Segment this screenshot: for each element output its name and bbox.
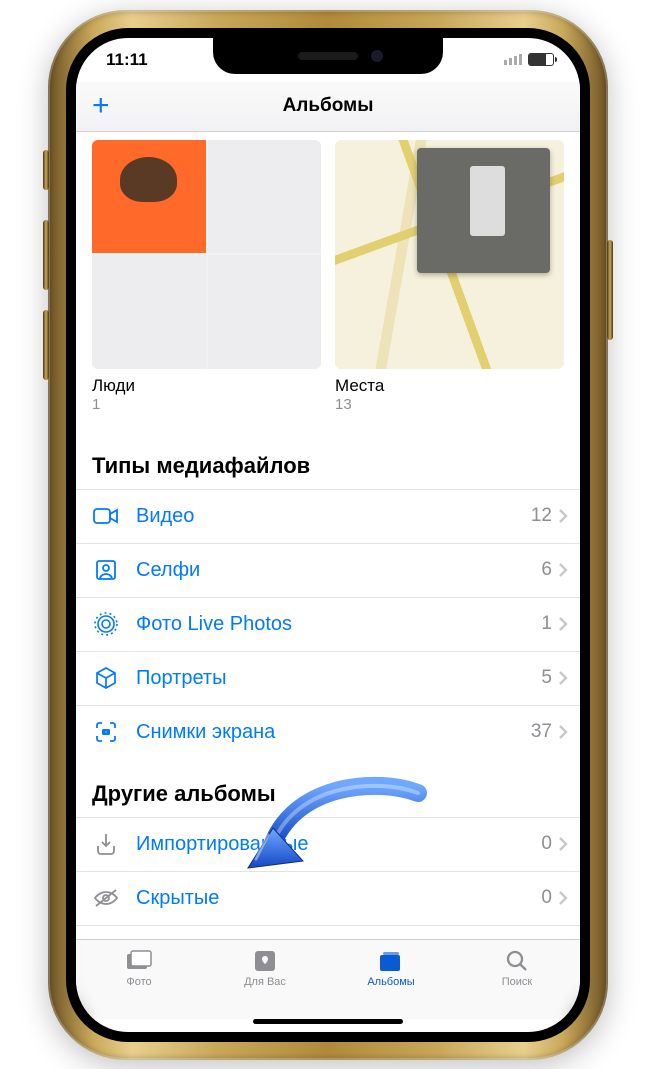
tab-search[interactable]: Поиск	[454, 940, 580, 1019]
chevron-right-icon	[558, 616, 568, 632]
face-avatar	[92, 140, 206, 254]
row-selfie[interactable]: Селфи 6	[76, 543, 580, 597]
tab-foryou[interactable]: Для Вас	[202, 940, 328, 1019]
chevron-right-icon	[558, 508, 568, 524]
row-hidden[interactable]: Скрытые 0	[76, 871, 580, 925]
row-label: Импортированные	[136, 833, 541, 856]
photos-tab-icon	[124, 948, 154, 974]
chevron-right-icon	[558, 670, 568, 686]
tab-photos[interactable]: Фото	[76, 940, 202, 1019]
chevron-right-icon	[558, 836, 568, 852]
content-scroll[interactable]: Люди 1 Места 13 Типы медиафайлов	[76, 132, 580, 939]
row-video[interactable]: Видео 12	[76, 489, 580, 543]
album-label: Места	[335, 376, 564, 396]
row-count: 0	[541, 833, 552, 855]
mute-switch	[43, 150, 49, 190]
nav-header: + Альбомы	[76, 82, 580, 132]
row-label: Фото Live Photos	[136, 613, 541, 636]
album-places[interactable]: Места 13	[335, 140, 564, 413]
row-count: 12	[531, 505, 552, 527]
row-count: 37	[531, 721, 552, 743]
hidden-icon	[92, 884, 120, 912]
add-button[interactable]: +	[92, 91, 110, 121]
row-count: 5	[541, 667, 552, 689]
video-icon	[92, 502, 120, 530]
chevron-right-icon	[558, 724, 568, 740]
tab-albums[interactable]: Альбомы	[328, 940, 454, 1019]
cellular-icon	[504, 54, 522, 65]
phone-frame: 11:11 + Альбомы	[48, 10, 608, 1060]
row-recently-deleted[interactable]: Недавно удаленные 242	[76, 925, 580, 939]
notch	[213, 38, 443, 74]
section-title-other: Другие альбомы	[76, 759, 580, 817]
album-count: 1	[92, 396, 321, 413]
chevron-right-icon	[558, 890, 568, 906]
screenshot-icon	[92, 718, 120, 746]
page-title: Альбомы	[76, 95, 580, 117]
map-photo-pin	[417, 148, 550, 274]
row-label: Селфи	[136, 559, 541, 582]
row-label: Видео	[136, 505, 531, 528]
row-portraits[interactable]: Портреты 5	[76, 651, 580, 705]
album-label: Люди	[92, 376, 321, 396]
row-count: 0	[541, 887, 552, 909]
tab-bar: Фото Для Вас Альбомы	[76, 939, 580, 1019]
screen: 11:11 + Альбомы	[66, 28, 590, 1042]
status-time: 11:11	[106, 50, 148, 70]
chevron-right-icon	[558, 562, 568, 578]
row-imported[interactable]: Импортированные 0	[76, 817, 580, 871]
row-label: Портреты	[136, 667, 541, 690]
smart-albums-row: Люди 1 Места 13	[76, 132, 580, 431]
album-people[interactable]: Люди 1	[92, 140, 321, 413]
cube-icon	[92, 664, 120, 692]
people-thumbnail-grid	[92, 140, 321, 369]
row-count: 6	[541, 559, 552, 581]
row-label: Скрытые	[136, 887, 541, 910]
power-button	[607, 240, 613, 340]
tab-label: Для Вас	[244, 976, 286, 988]
albums-tab-icon	[376, 948, 406, 974]
livephoto-icon	[92, 610, 120, 638]
volume-up	[43, 220, 49, 290]
row-livephotos[interactable]: Фото Live Photos 1	[76, 597, 580, 651]
tab-label: Альбомы	[367, 976, 414, 988]
home-indicator[interactable]	[253, 1019, 403, 1024]
volume-down	[43, 310, 49, 380]
album-count: 13	[335, 396, 564, 413]
battery-icon	[528, 53, 554, 66]
section-title-media: Типы медиафайлов	[76, 431, 580, 489]
tab-label: Поиск	[502, 976, 532, 988]
row-screenshots[interactable]: Снимки экрана 37	[76, 705, 580, 759]
row-label: Снимки экрана	[136, 721, 531, 744]
places-map-thumbnail	[335, 140, 564, 369]
foryou-tab-icon	[250, 948, 280, 974]
selfie-icon	[92, 556, 120, 584]
search-tab-icon	[502, 948, 532, 974]
import-icon	[92, 830, 120, 858]
tab-label: Фото	[126, 976, 151, 988]
row-count: 1	[541, 613, 552, 635]
